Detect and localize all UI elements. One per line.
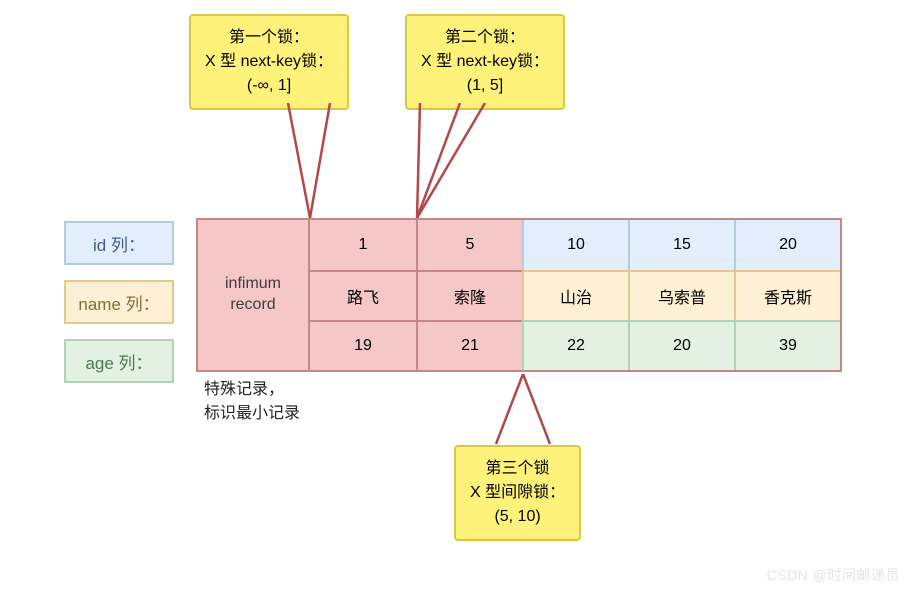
infimum-note-l1: 特殊记录， [204,378,300,402]
records-table: infimum record 1 5 10 15 20 路飞 索隆 山治 乌索普… [196,218,842,372]
lock-callout-2: 第二个锁： X 型 next-key锁： (1, 5] [405,14,565,110]
infimum-record-text: infimum record [225,274,281,316]
row-label-id: id 列： [64,221,174,265]
row-label-name: name 列： [64,280,174,324]
cell-age-0: 19 [310,320,416,370]
lock-callout-3: 第三个锁 X 型间隙锁： (5, 10) [454,445,581,541]
callout-1-tail [270,103,350,218]
cell-name-0: 路飞 [310,270,416,320]
cell-age-4: 39 [734,320,840,370]
callout-1-line-2: X 型 next-key锁： [205,50,333,74]
cell-id-2: 10 [522,220,628,270]
callout-3-line-1: 第三个锁 [470,457,565,481]
cell-age-2: 22 [522,320,628,370]
cell-age-3: 20 [628,320,734,370]
cell-id-3: 15 [628,220,734,270]
callout-2-line-2: X 型 next-key锁： [421,50,549,74]
callout-3-tail [488,374,578,450]
cell-name-3: 乌索普 [628,270,734,320]
callout-3-line-3: (5, 10) [470,505,565,529]
records-grid: 1 5 10 15 20 路飞 索隆 山治 乌索普 香克斯 19 21 22 2… [310,220,840,370]
callout-2-line-1: 第二个锁： [421,26,549,50]
cell-name-4: 香克斯 [734,270,840,320]
callout-2-tail [380,103,490,218]
infimum-note: 特殊记录， 标识最小记录 [204,378,300,426]
cell-id-1: 5 [416,220,522,270]
cell-name-2: 山治 [522,270,628,320]
cell-age-1: 21 [416,320,522,370]
callout-3-line-2: X 型间隙锁： [470,481,565,505]
watermark: CSDN @时间邮递员 [767,565,900,585]
cell-id-4: 20 [734,220,840,270]
callout-2-line-3: (1, 5] [421,74,549,98]
callout-1-line-3: (-∞, 1] [205,74,333,98]
cell-id-0: 1 [310,220,416,270]
row-label-age: age 列： [64,339,174,383]
infimum-record-cell: infimum record [198,220,310,370]
cell-name-1: 索隆 [416,270,522,320]
lock-callout-1: 第一个锁： X 型 next-key锁： (-∞, 1] [189,14,349,110]
callout-1-line-1: 第一个锁： [205,26,333,50]
infimum-note-l2: 标识最小记录 [204,402,300,426]
